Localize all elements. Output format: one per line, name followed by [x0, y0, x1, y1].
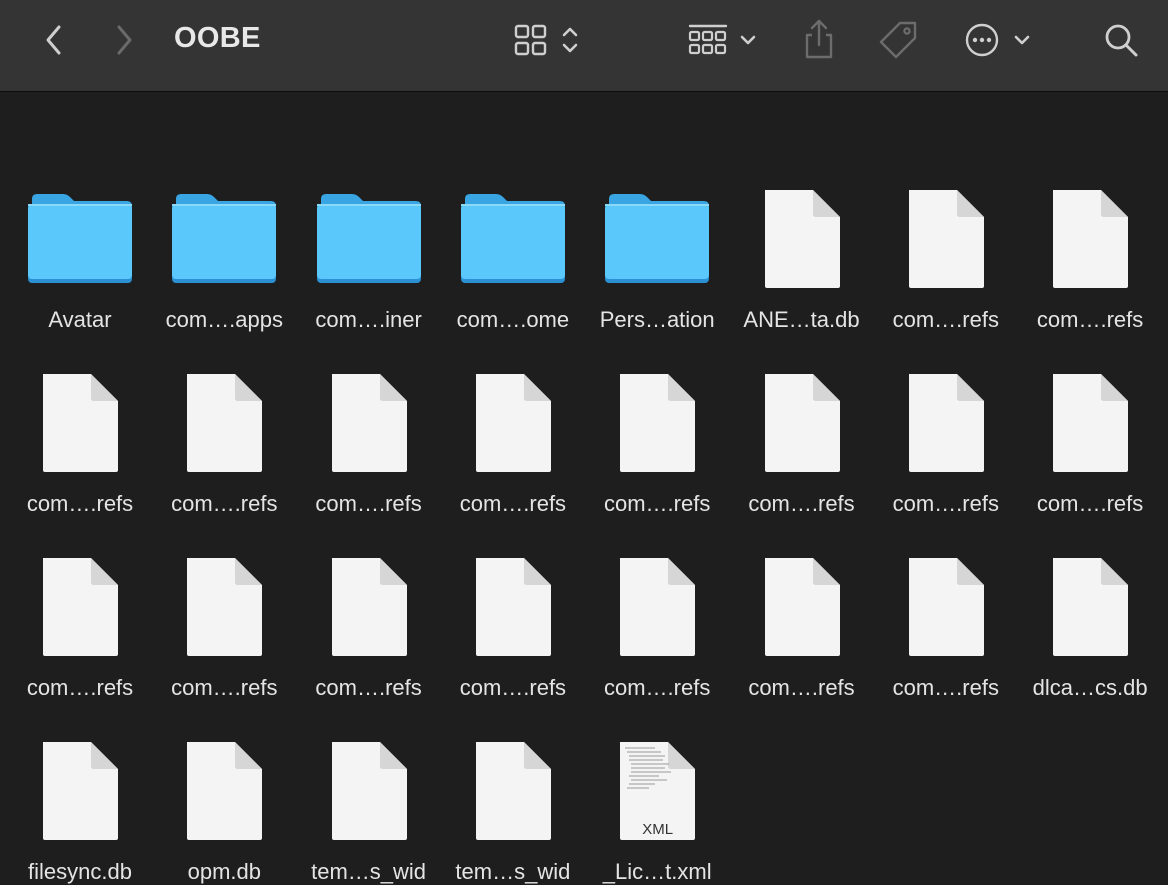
folder-item[interactable]: com….ome: [441, 138, 585, 332]
item-label: tem…s_wid: [311, 859, 427, 884]
search-button[interactable]: [1098, 18, 1144, 62]
search-icon: [1105, 24, 1138, 57]
xml-document-icon: XML: [585, 690, 729, 840]
document-icon: [730, 506, 874, 656]
folder-icon: [8, 138, 152, 288]
item-label: _Lic…t.xml: [602, 859, 712, 884]
item-label: opm.db: [187, 859, 261, 884]
document-icon: [297, 322, 441, 472]
file-item[interactable]: ANE…ta.db: [730, 138, 874, 332]
group-by-icon: [688, 24, 756, 55]
share-icon: [805, 19, 833, 59]
document-icon: [152, 690, 296, 840]
file-item[interactable]: com….refs: [152, 322, 296, 516]
share-button[interactable]: [798, 14, 840, 64]
file-item[interactable]: com….refs: [8, 322, 152, 516]
file-item[interactable]: com….refs: [441, 506, 585, 700]
view-mode-button[interactable]: [508, 18, 588, 62]
file-item[interactable]: com….refs: [441, 322, 585, 516]
item-label: com….refs: [748, 675, 855, 700]
folder-item[interactable]: com….iner: [297, 138, 441, 332]
document-icon: [874, 322, 1018, 472]
file-type-badge: XML: [642, 821, 674, 838]
folder-item[interactable]: Pers…ation: [585, 138, 729, 332]
item-label: dlca…cs.db: [1032, 675, 1148, 700]
file-item[interactable]: com….refs: [874, 322, 1018, 516]
document-icon: [1018, 506, 1162, 656]
file-item[interactable]: com….refs: [585, 506, 729, 700]
file-item[interactable]: com….refs: [730, 506, 874, 700]
file-item[interactable]: com….refs: [297, 506, 441, 700]
file-item[interactable]: com….refs: [1018, 138, 1162, 332]
document-icon: [441, 322, 585, 472]
file-item[interactable]: filesync.db: [8, 690, 152, 884]
file-grid: Avatar com….apps com….iner com….ome Pers…ati…: [0, 93, 1168, 884]
file-item[interactable]: tem…s_wid: [297, 690, 441, 884]
forward-button[interactable]: [104, 18, 144, 62]
file-item[interactable]: com….refs: [8, 506, 152, 700]
file-item[interactable]: com….refs: [152, 506, 296, 700]
chevron-left-icon: [46, 25, 61, 55]
more-actions-icon: [965, 23, 1030, 57]
folder-icon: [585, 138, 729, 288]
document-icon: [1018, 322, 1162, 472]
document-icon: [874, 506, 1018, 656]
document-icon: [8, 690, 152, 840]
document-icon: [297, 506, 441, 656]
document-icon: [585, 322, 729, 472]
toolbar: OOBE: [0, 0, 1168, 92]
item-label: filesync.db: [28, 859, 132, 884]
tag-icon: [879, 21, 917, 59]
item-label: tem…s_wid: [455, 859, 571, 884]
document-icon: [8, 506, 152, 656]
document-icon: [152, 506, 296, 656]
document-icon: [585, 506, 729, 656]
folder-icon: [441, 138, 585, 288]
back-button[interactable]: [34, 18, 74, 62]
document-icon: [874, 138, 1018, 288]
document-icon: [297, 690, 441, 840]
chevron-right-icon: [117, 25, 132, 55]
window-title: OOBE: [174, 22, 261, 54]
folder-icon: [152, 138, 296, 288]
file-item[interactable]: com….refs: [585, 322, 729, 516]
file-item[interactable]: com….refs: [1018, 322, 1162, 516]
document-icon: [730, 138, 874, 288]
document-icon: [730, 322, 874, 472]
file-item[interactable]: tem…s_wid: [441, 690, 585, 884]
file-item[interactable]: com….refs: [730, 322, 874, 516]
document-icon: [8, 322, 152, 472]
file-item[interactable]: com….refs: [874, 506, 1018, 700]
file-item[interactable]: opm.db: [152, 690, 296, 884]
file-item[interactable]: com….refs: [874, 138, 1018, 332]
file-item[interactable]: com….refs: [297, 322, 441, 516]
more-actions-button[interactable]: [958, 18, 1038, 62]
document-icon: [1018, 138, 1162, 288]
folder-item[interactable]: Avatar: [8, 138, 152, 332]
folder-icon: [297, 138, 441, 288]
file-item[interactable]: dlca…cs.db: [1018, 506, 1162, 700]
document-icon: [152, 322, 296, 472]
document-icon: [441, 506, 585, 656]
tag-button[interactable]: [874, 16, 922, 64]
icon-grid-view-icon: [514, 24, 578, 56]
folder-item[interactable]: com….apps: [152, 138, 296, 332]
file-item[interactable]: XML _Lic…t.xml: [585, 690, 729, 884]
document-icon: [441, 690, 585, 840]
item-label: com….refs: [892, 675, 999, 700]
group-by-button[interactable]: [684, 18, 764, 62]
